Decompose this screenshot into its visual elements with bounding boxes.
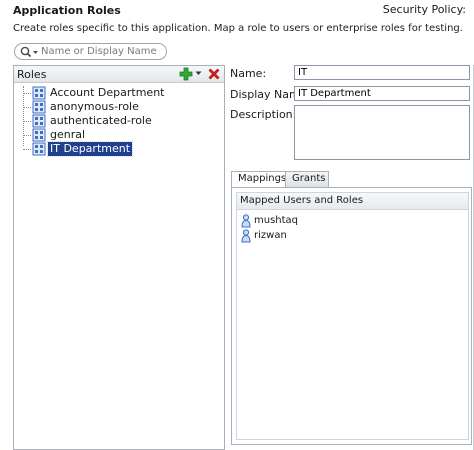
add-role-icon[interactable] [179, 67, 193, 81]
role-item-genral[interactable]: genral [23, 128, 213, 142]
display-name-field[interactable] [294, 86, 470, 101]
search-input[interactable] [41, 45, 163, 58]
search-icon[interactable] [19, 45, 41, 59]
page-title: Application Roles [13, 4, 121, 17]
tree-branch [23, 107, 31, 108]
user-icon [241, 214, 251, 228]
role-group-icon [32, 142, 46, 156]
roles-panel-header: Roles [14, 66, 224, 83]
description-label: Description: [230, 108, 297, 121]
role-item-label[interactable]: anonymous-role [48, 100, 141, 114]
search-box[interactable] [14, 43, 167, 60]
list-item[interactable]: rizwan [241, 229, 441, 243]
roles-heading: Roles [17, 68, 47, 81]
list-item[interactable]: mushtaq [241, 214, 441, 228]
mapped-user-label: rizwan [254, 230, 287, 241]
role-item-authenticated-role[interactable]: authenticated-role [23, 114, 213, 128]
mappings-panel: Mapped Users and Roles mushtaq rizwan [231, 187, 472, 445]
user-icon [241, 229, 251, 243]
name-label: Name: [230, 67, 267, 80]
security-policy-label: Security Policy: [382, 3, 466, 16]
role-group-icon [32, 114, 46, 128]
tree-branch [23, 149, 31, 150]
chevron-down-icon[interactable] [195, 69, 202, 77]
mapped-user-label: mushtaq [254, 215, 299, 226]
tree-branch [23, 135, 31, 136]
role-item-label[interactable]: genral [48, 128, 87, 142]
role-group-icon [32, 86, 46, 100]
role-item-label[interactable]: authenticated-role [48, 114, 154, 128]
delete-role-icon[interactable] [207, 67, 221, 81]
name-field[interactable] [294, 65, 470, 80]
role-item-account-department[interactable]: Account Department [23, 86, 213, 100]
roles-panel: Roles Account Department anonymous-role … [13, 65, 225, 450]
role-item-anonymous-role[interactable]: anonymous-role [23, 100, 213, 114]
role-item-label[interactable]: Account Department [48, 86, 166, 100]
role-group-icon [32, 128, 46, 142]
role-item-label[interactable]: IT Department [46, 141, 134, 157]
tree-branch [23, 93, 31, 94]
tab-grants[interactable]: Grants [285, 171, 329, 187]
role-group-icon [32, 100, 46, 114]
page-description: Create roles specific to this applicatio… [13, 23, 463, 34]
mapped-users-heading: Mapped Users and Roles [236, 192, 469, 210]
tree-branch [23, 121, 31, 122]
role-item-it-department[interactable]: IT Department [23, 141, 213, 157]
tab-mappings[interactable]: Mappings [231, 171, 286, 188]
mapped-users-list: mushtaq rizwan [236, 210, 469, 440]
description-field[interactable] [294, 105, 470, 160]
application-roles-editor: Application Roles Security Policy: Creat… [0, 0, 474, 450]
